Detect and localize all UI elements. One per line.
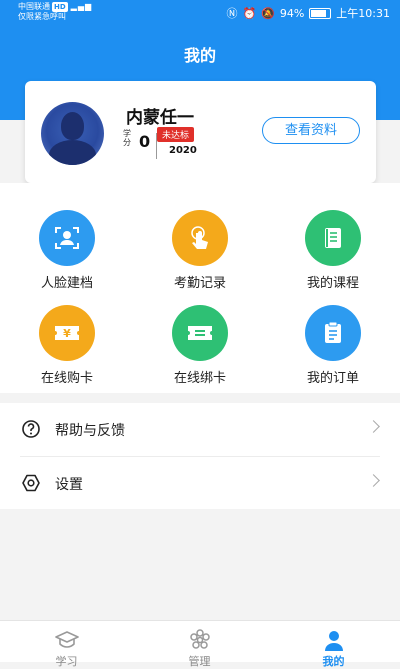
graduation-cap-icon bbox=[54, 631, 79, 648]
grid-item-my-orders[interactable]: 我的订单 bbox=[283, 305, 383, 386]
nav-label: 我的 bbox=[322, 655, 345, 668]
grid-label: 考勤记录 bbox=[173, 276, 226, 291]
nav-item-manage[interactable]: 管理 bbox=[133, 621, 266, 668]
status-left: 中国联通 HD ▂▄▆ 仅限紧急呼叫 bbox=[18, 2, 92, 22]
svg-text:¥: ¥ bbox=[63, 327, 71, 340]
nav-label: 管理 bbox=[188, 655, 211, 668]
status-right: Ⓝ ⏰ 🔕 94% 上午10:31 bbox=[226, 5, 390, 21]
clock: 上午10:31 bbox=[336, 7, 390, 20]
person-icon bbox=[324, 631, 343, 651]
chevron-right-icon bbox=[367, 420, 380, 433]
ticket-icon bbox=[172, 305, 228, 361]
status-bar: 中国联通 HD ▂▄▆ 仅限紧急呼叫 Ⓝ ⏰ 🔕 94% 上午10:31 bbox=[0, 0, 400, 24]
signal-icon: ▂▄▆ bbox=[70, 2, 93, 11]
user-name: 内蒙任一 bbox=[126, 108, 194, 128]
tap-finger-icon bbox=[172, 210, 228, 266]
help-icon bbox=[22, 420, 40, 438]
grid-label: 在线购卡 bbox=[40, 371, 93, 386]
avatar-shoulders bbox=[49, 140, 96, 165]
carrier-name: 中国联通 bbox=[18, 2, 50, 11]
book-icon bbox=[305, 210, 361, 266]
menu-label: 设置 bbox=[55, 477, 83, 493]
yen-ticket-icon: ¥ bbox=[39, 305, 95, 361]
chevron-right-icon bbox=[367, 474, 380, 487]
gear-flower-icon bbox=[189, 629, 210, 649]
nav-item-study[interactable]: 学习 bbox=[0, 621, 133, 668]
credit-label: 学分 bbox=[123, 129, 131, 147]
avatar-head bbox=[61, 112, 84, 140]
grid-label: 我的课程 bbox=[306, 276, 359, 291]
menu-item-help[interactable]: 帮助与反馈 bbox=[0, 403, 400, 457]
hd-badge: HD bbox=[52, 2, 68, 12]
battery-percent: 94% bbox=[279, 6, 305, 20]
grid-item-attendance[interactable]: 考勤记录 bbox=[150, 210, 250, 291]
page-title: 我的 bbox=[183, 46, 216, 65]
clipboard-icon bbox=[305, 305, 361, 361]
grid-label: 人脸建档 bbox=[40, 276, 93, 291]
menu-label: 帮助与反馈 bbox=[55, 423, 125, 439]
credit-value: 0 bbox=[139, 132, 151, 151]
battery-icon bbox=[309, 7, 332, 19]
avatar[interactable] bbox=[41, 102, 104, 165]
settings-icon bbox=[22, 474, 40, 492]
grid-item-buy-card[interactable]: ¥ 在线购卡 bbox=[17, 305, 117, 386]
nav-label: 学习 bbox=[55, 655, 78, 668]
nav-item-mine[interactable]: 我的 bbox=[267, 621, 400, 668]
face-scan-icon bbox=[39, 210, 95, 266]
menu-item-settings[interactable]: 设置 bbox=[0, 457, 400, 510]
feature-grid: 人脸建档 考勤记录 我的课程 ¥ 在线购卡 在线绑卡 我的订单 bbox=[0, 183, 400, 393]
grid-item-bind-card[interactable]: 在线绑卡 bbox=[150, 305, 250, 386]
grid-label: 我的订单 bbox=[306, 371, 359, 386]
nfc-icon: Ⓝ bbox=[226, 7, 238, 20]
view-profile-button[interactable]: 查看资料 bbox=[262, 117, 360, 144]
profile-card: 内蒙任一 学分 0 未达标 2020 查看资料 bbox=[25, 81, 376, 183]
year-label: 2020 bbox=[169, 145, 197, 156]
menu-list: 帮助与反馈 设置 bbox=[0, 403, 400, 509]
mute-icon: 🔕 bbox=[261, 6, 275, 20]
alarm-icon: ⏰ bbox=[242, 6, 257, 20]
grid-label: 在线绑卡 bbox=[173, 371, 226, 386]
bottom-nav: 学习 管理 我的 bbox=[0, 620, 400, 668]
grid-item-face-archive[interactable]: 人脸建档 bbox=[17, 210, 117, 291]
carrier-sub: 仅限紧急呼叫 bbox=[18, 12, 66, 21]
grid-item-my-courses[interactable]: 我的课程 bbox=[283, 210, 383, 291]
status-badge: 未达标 bbox=[157, 127, 195, 142]
